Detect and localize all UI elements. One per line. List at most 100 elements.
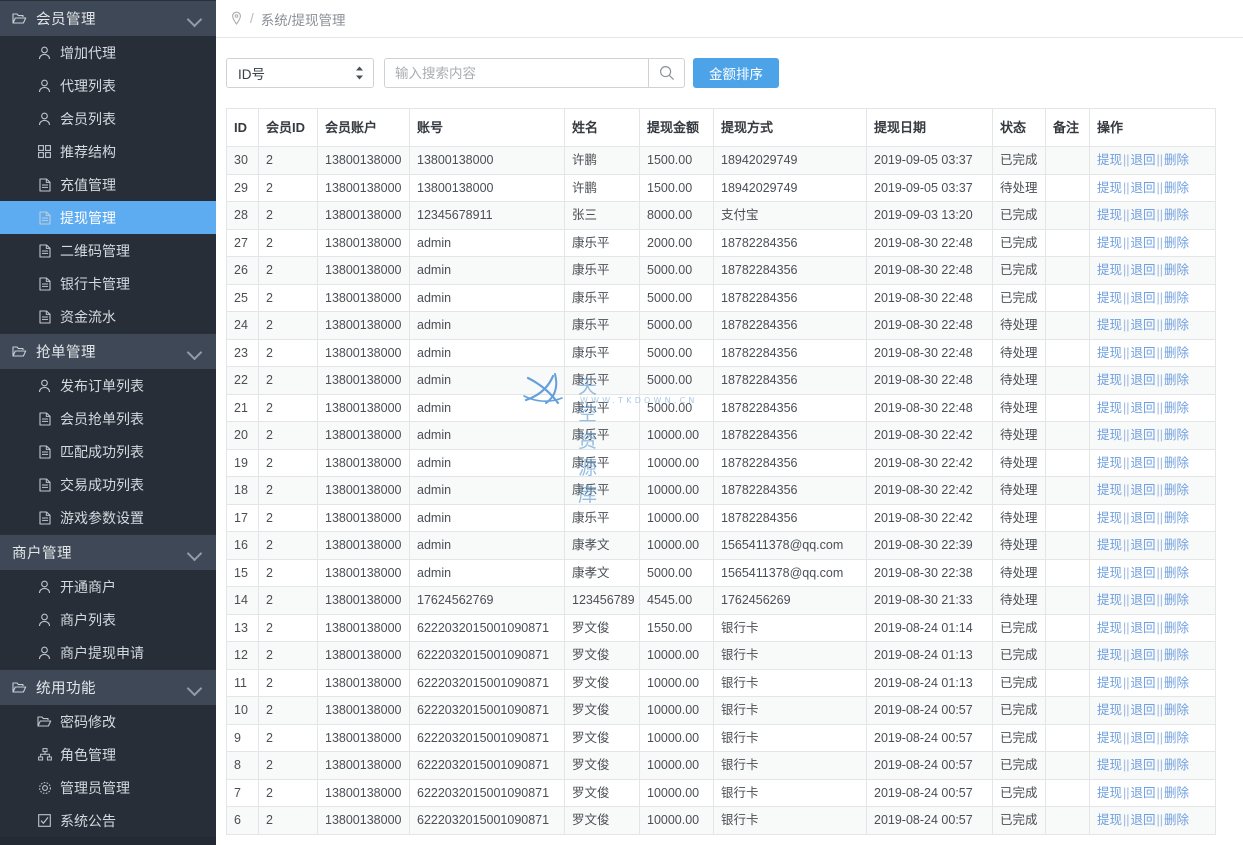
refund-link[interactable]: 退回 — [1131, 703, 1156, 717]
delete-link[interactable]: 删除 — [1164, 538, 1189, 552]
sidebar-item-2-5[interactable]: 游戏参数设置 — [0, 501, 216, 534]
delete-link[interactable]: 删除 — [1164, 263, 1189, 277]
withdraw-link[interactable]: 提现 — [1097, 318, 1122, 332]
withdraw-link[interactable]: 提现 — [1097, 648, 1122, 662]
delete-link[interactable]: 删除 — [1164, 291, 1189, 305]
withdraw-link[interactable]: 提现 — [1097, 483, 1122, 497]
refund-link[interactable]: 退回 — [1131, 786, 1156, 800]
refund-link[interactable]: 退回 — [1131, 456, 1156, 470]
withdraw-link[interactable]: 提现 — [1097, 291, 1122, 305]
delete-link[interactable]: 删除 — [1164, 786, 1189, 800]
withdraw-link[interactable]: 提现 — [1097, 401, 1122, 415]
withdraw-link[interactable]: 提现 — [1097, 621, 1122, 635]
refund-link[interactable]: 退回 — [1131, 483, 1156, 497]
delete-link[interactable]: 删除 — [1164, 593, 1189, 607]
refund-link[interactable]: 退回 — [1131, 758, 1156, 772]
delete-link[interactable]: 删除 — [1164, 813, 1189, 827]
withdraw-link[interactable]: 提现 — [1097, 731, 1122, 745]
refund-link[interactable]: 退回 — [1131, 291, 1156, 305]
delete-link[interactable]: 删除 — [1164, 401, 1189, 415]
sidebar-item-1-1[interactable]: 增加代理 — [0, 36, 216, 69]
delete-link[interactable]: 删除 — [1164, 731, 1189, 745]
withdraw-link[interactable]: 提现 — [1097, 511, 1122, 525]
delete-link[interactable]: 删除 — [1164, 373, 1189, 387]
sidebar-item-1-2[interactable]: 代理列表 — [0, 69, 216, 102]
sidebar-item-1-7[interactable]: 二维码管理 — [0, 234, 216, 267]
sidebar-item-1-3[interactable]: 会员列表 — [0, 102, 216, 135]
refund-link[interactable]: 退回 — [1131, 538, 1156, 552]
refund-link[interactable]: 退回 — [1131, 208, 1156, 222]
withdraw-link[interactable]: 提现 — [1097, 456, 1122, 470]
sidebar-item-3-3[interactable]: 商户提现申请 — [0, 636, 216, 669]
withdraw-link[interactable]: 提现 — [1097, 566, 1122, 580]
sort-by-amount-button[interactable]: 金额排序 — [693, 58, 779, 88]
withdraw-link[interactable]: 提现 — [1097, 813, 1122, 827]
withdraw-link[interactable]: 提现 — [1097, 181, 1122, 195]
delete-link[interactable]: 删除 — [1164, 483, 1189, 497]
refund-link[interactable]: 退回 — [1131, 511, 1156, 525]
refund-link[interactable]: 退回 — [1131, 373, 1156, 387]
refund-link[interactable]: 退回 — [1131, 676, 1156, 690]
sidebar-group-2[interactable]: 抢单管理 — [0, 333, 216, 369]
delete-link[interactable]: 删除 — [1164, 621, 1189, 635]
withdraw-link[interactable]: 提现 — [1097, 236, 1122, 250]
search-button[interactable] — [649, 58, 685, 88]
sidebar-item-4-3[interactable]: 管理员管理 — [0, 771, 216, 804]
refund-link[interactable]: 退回 — [1131, 346, 1156, 360]
delete-link[interactable]: 删除 — [1164, 511, 1189, 525]
withdraw-link[interactable]: 提现 — [1097, 676, 1122, 690]
delete-link[interactable]: 删除 — [1164, 181, 1189, 195]
delete-link[interactable]: 删除 — [1164, 428, 1189, 442]
sidebar-item-2-2[interactable]: 会员抢单列表 — [0, 402, 216, 435]
withdraw-link[interactable]: 提现 — [1097, 538, 1122, 552]
search-input[interactable] — [384, 58, 649, 88]
sidebar-item-3-2[interactable]: 商户列表 — [0, 603, 216, 636]
sidebar-item-active-1-6[interactable]: 提现管理 — [0, 201, 216, 234]
sidebar-item-4-2[interactable]: 角色管理 — [0, 738, 216, 771]
refund-link[interactable]: 退回 — [1131, 236, 1156, 250]
delete-link[interactable]: 删除 — [1164, 346, 1189, 360]
delete-link[interactable]: 删除 — [1164, 456, 1189, 470]
sidebar-item-1-5[interactable]: 充值管理 — [0, 168, 216, 201]
sidebar-item-2-4[interactable]: 交易成功列表 — [0, 468, 216, 501]
delete-link[interactable]: 删除 — [1164, 208, 1189, 222]
sidebar-group-1[interactable]: 会员管理 — [0, 0, 216, 36]
withdraw-link[interactable]: 提现 — [1097, 786, 1122, 800]
delete-link[interactable]: 删除 — [1164, 648, 1189, 662]
withdraw-link[interactable]: 提现 — [1097, 263, 1122, 277]
refund-link[interactable]: 退回 — [1131, 153, 1156, 167]
sidebar-item-1-4[interactable]: 推荐结构 — [0, 135, 216, 168]
sidebar-item-4-4[interactable]: 系统公告 — [0, 804, 216, 837]
withdraw-link[interactable]: 提现 — [1097, 703, 1122, 717]
refund-link[interactable]: 退回 — [1131, 428, 1156, 442]
refund-link[interactable]: 退回 — [1131, 263, 1156, 277]
refund-link[interactable]: 退回 — [1131, 401, 1156, 415]
withdraw-link[interactable]: 提现 — [1097, 153, 1122, 167]
refund-link[interactable]: 退回 — [1131, 566, 1156, 580]
refund-link[interactable]: 退回 — [1131, 593, 1156, 607]
refund-link[interactable]: 退回 — [1131, 318, 1156, 332]
sidebar-item-3-1[interactable]: 开通商户 — [0, 570, 216, 603]
delete-link[interactable]: 删除 — [1164, 318, 1189, 332]
delete-link[interactable]: 删除 — [1164, 566, 1189, 580]
sidebar-group-3[interactable]: 商户管理 — [0, 534, 216, 570]
search-field-select[interactable]: ID号 — [226, 58, 374, 88]
delete-link[interactable]: 删除 — [1164, 758, 1189, 772]
withdraw-link[interactable]: 提现 — [1097, 373, 1122, 387]
sidebar-item-1-8[interactable]: 银行卡管理 — [0, 267, 216, 300]
refund-link[interactable]: 退回 — [1131, 621, 1156, 635]
sidebar-group-4[interactable]: 统用功能 — [0, 669, 216, 705]
delete-link[interactable]: 删除 — [1164, 703, 1189, 717]
withdraw-link[interactable]: 提现 — [1097, 758, 1122, 772]
delete-link[interactable]: 删除 — [1164, 153, 1189, 167]
sidebar-item-2-3[interactable]: 匹配成功列表 — [0, 435, 216, 468]
sidebar-item-2-1[interactable]: 发布订单列表 — [0, 369, 216, 402]
refund-link[interactable]: 退回 — [1131, 648, 1156, 662]
sidebar-item-4-1[interactable]: 密码修改 — [0, 705, 216, 738]
withdraw-link[interactable]: 提现 — [1097, 593, 1122, 607]
refund-link[interactable]: 退回 — [1131, 181, 1156, 195]
withdraw-link[interactable]: 提现 — [1097, 346, 1122, 360]
withdraw-link[interactable]: 提现 — [1097, 428, 1122, 442]
delete-link[interactable]: 删除 — [1164, 236, 1189, 250]
withdraw-link[interactable]: 提现 — [1097, 208, 1122, 222]
